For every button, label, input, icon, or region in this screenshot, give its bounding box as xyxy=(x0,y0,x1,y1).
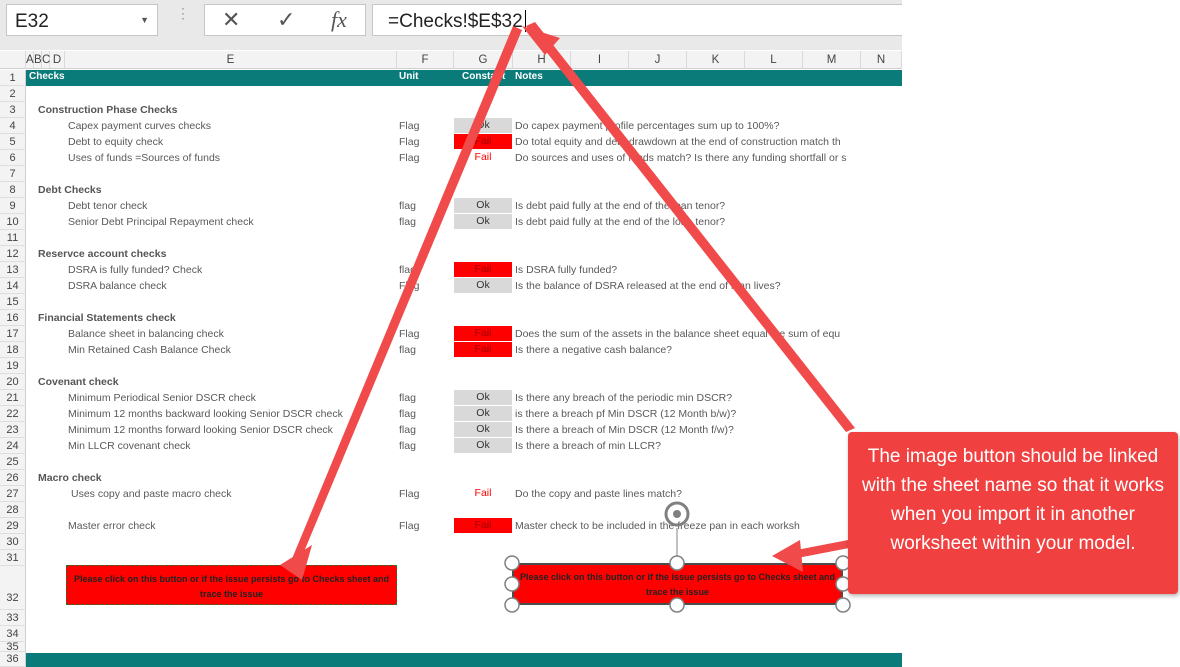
arrow-to-formula xyxy=(526,22,855,432)
annotation-callout: The image button should be linked with t… xyxy=(848,432,1178,594)
arrowhead-image-button xyxy=(772,540,803,572)
arrow-to-left-button xyxy=(289,26,522,566)
callout-text: The image button should be linked with t… xyxy=(861,446,1165,554)
annotation-arrows xyxy=(280,22,855,580)
rotate-handle-icon[interactable] xyxy=(664,501,690,527)
